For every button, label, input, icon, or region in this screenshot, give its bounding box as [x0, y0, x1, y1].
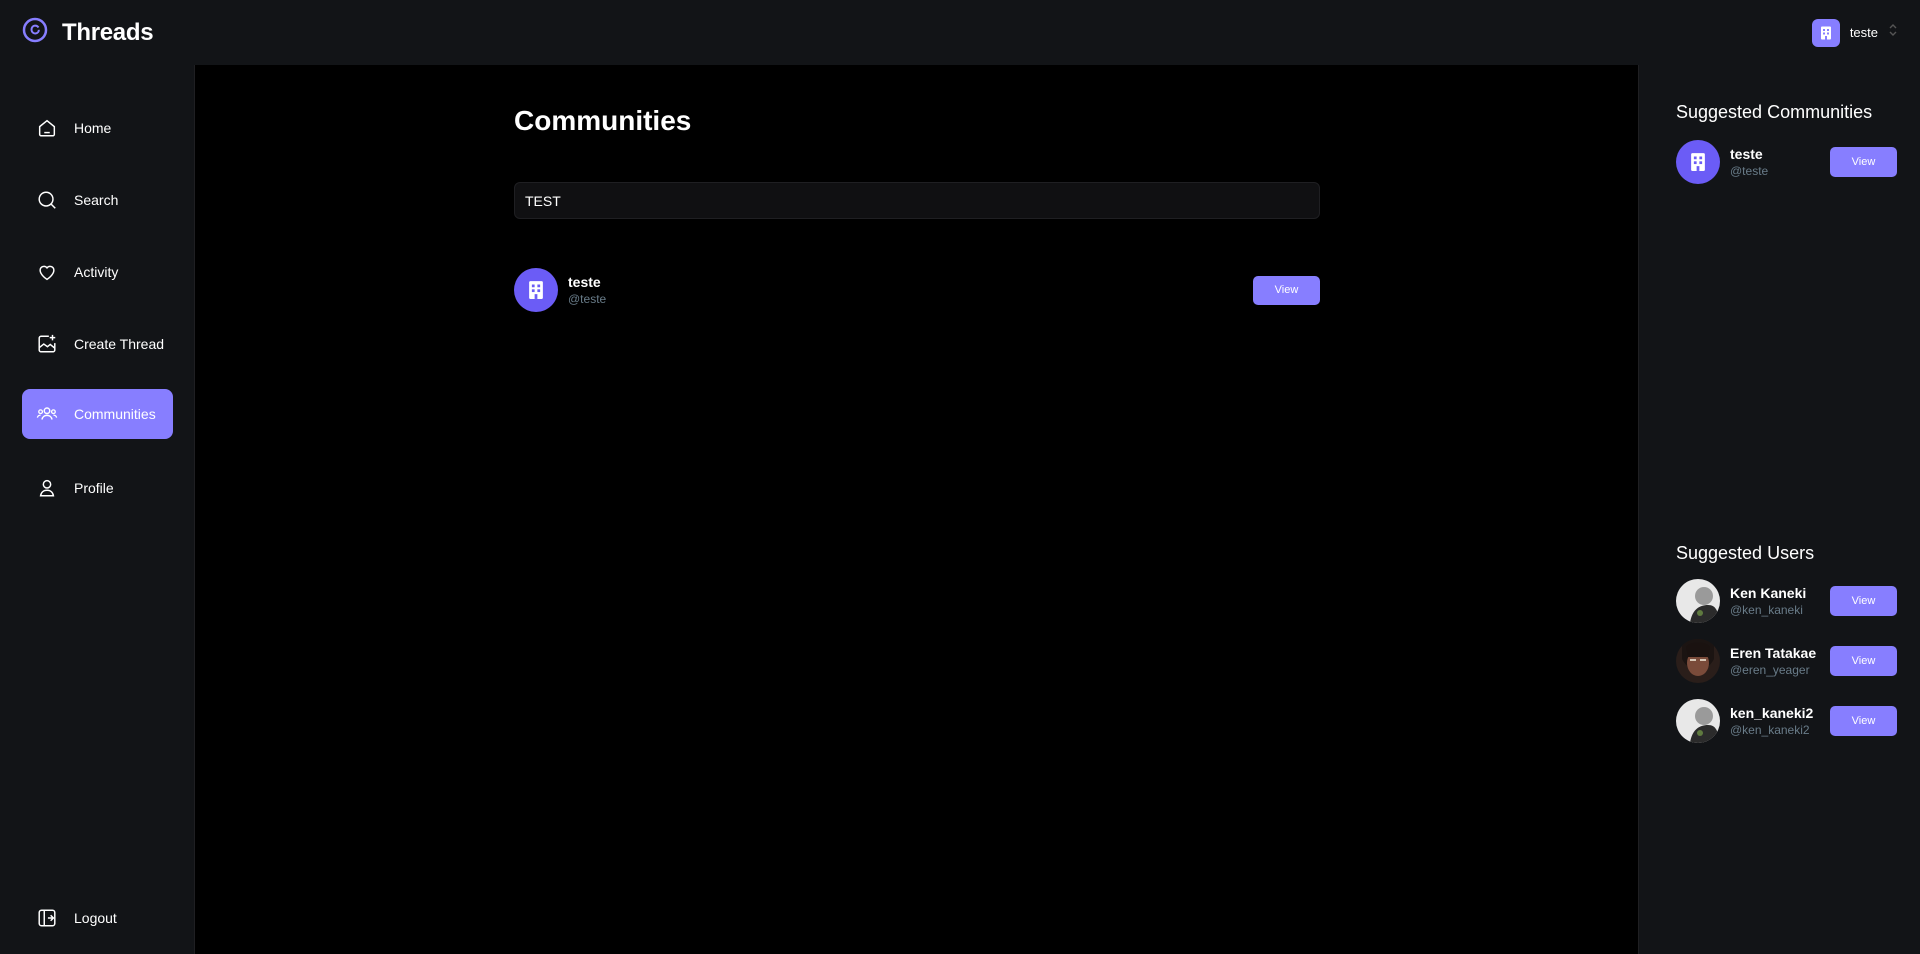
avatar	[1676, 699, 1720, 743]
logout-icon	[38, 909, 56, 927]
user-handle: @ken_kaneki2	[1730, 723, 1810, 737]
search-bar	[514, 182, 1320, 219]
right-sidebar: Suggested Communities teste @teste View …	[1638, 65, 1920, 954]
search-input[interactable]	[525, 192, 1309, 209]
view-community-button[interactable]: View	[1253, 275, 1320, 305]
nav-item-search[interactable]: Search	[22, 175, 173, 225]
view-user-button[interactable]: View	[1830, 646, 1897, 676]
building-icon	[529, 281, 543, 299]
avatar	[1676, 579, 1720, 623]
nav-label-communities: Communities	[74, 406, 156, 422]
nav-label-create-thread: Create Thread	[74, 336, 165, 352]
community-card: teste @teste View	[514, 268, 1320, 312]
organization-switcher[interactable]: teste	[1811, 18, 1898, 47]
create-thread-icon	[38, 334, 56, 353]
community-name: teste	[568, 274, 601, 290]
home-icon	[38, 119, 56, 137]
view-community-button[interactable]: View	[1830, 147, 1897, 177]
suggested-users-title: Suggested Users	[1676, 543, 1815, 563]
logout-label: Logout	[74, 910, 117, 926]
chevron-up-down-icon	[1888, 23, 1898, 42]
left-sidebar: Home Search Activity Create Thread Commu…	[0, 65, 195, 954]
suggested-communities-title: Suggested Communities	[1676, 102, 1873, 122]
community-avatar	[1676, 140, 1720, 184]
avatar	[1676, 639, 1720, 683]
community-handle: @teste	[1730, 164, 1769, 178]
user-name: Eren Tatakae	[1730, 645, 1817, 661]
users-icon	[36, 407, 58, 420]
user-handle: @ken_kaneki	[1730, 603, 1803, 617]
heart-icon	[39, 265, 55, 281]
top-bar: Threads teste	[0, 0, 1920, 65]
nav-item-communities[interactable]: Communities	[22, 389, 173, 439]
brand[interactable]: Threads	[22, 17, 154, 48]
main-content: Communities teste @teste View	[195, 65, 1638, 954]
community-name: teste	[1730, 146, 1763, 162]
nav-item-profile[interactable]: Profile	[22, 463, 173, 513]
nav-label-activity: Activity	[74, 264, 119, 280]
page-title: Communities	[514, 105, 692, 136]
nav-label-search: Search	[74, 192, 119, 208]
nav-label-profile: Profile	[74, 480, 114, 496]
building-icon	[1691, 153, 1705, 171]
organization-name: teste	[1849, 25, 1878, 40]
organization-avatar	[1811, 18, 1840, 47]
logo-icon	[22, 17, 48, 48]
suggested-user-row: ken_kaneki2 @ken_kaneki2 View	[1676, 699, 1897, 743]
community-avatar	[514, 268, 558, 312]
user-icon	[39, 479, 55, 497]
nav-label-home: Home	[74, 120, 112, 136]
community-handle: @teste	[568, 292, 607, 306]
suggested-community-row: teste @teste View	[1676, 140, 1897, 184]
suggested-user-row: Ken Kaneki @ken_kaneki View	[1676, 579, 1897, 623]
user-name: Ken Kaneki	[1730, 585, 1807, 601]
user-handle: @eren_yeager	[1730, 663, 1810, 677]
view-user-button[interactable]: View	[1830, 706, 1897, 736]
building-icon	[1820, 26, 1831, 39]
nav-item-home[interactable]: Home	[22, 103, 173, 153]
search-icon	[38, 191, 56, 209]
app-title: Threads	[62, 18, 154, 46]
nav-item-activity[interactable]: Activity	[22, 247, 173, 297]
suggested-user-row: Eren Tatakae @eren_yeager View	[1676, 639, 1897, 683]
nav-item-create-thread[interactable]: Create Thread	[22, 319, 173, 369]
view-user-button[interactable]: View	[1830, 586, 1897, 616]
user-name: ken_kaneki2	[1730, 705, 1814, 721]
logout-button[interactable]: Logout	[22, 893, 173, 943]
